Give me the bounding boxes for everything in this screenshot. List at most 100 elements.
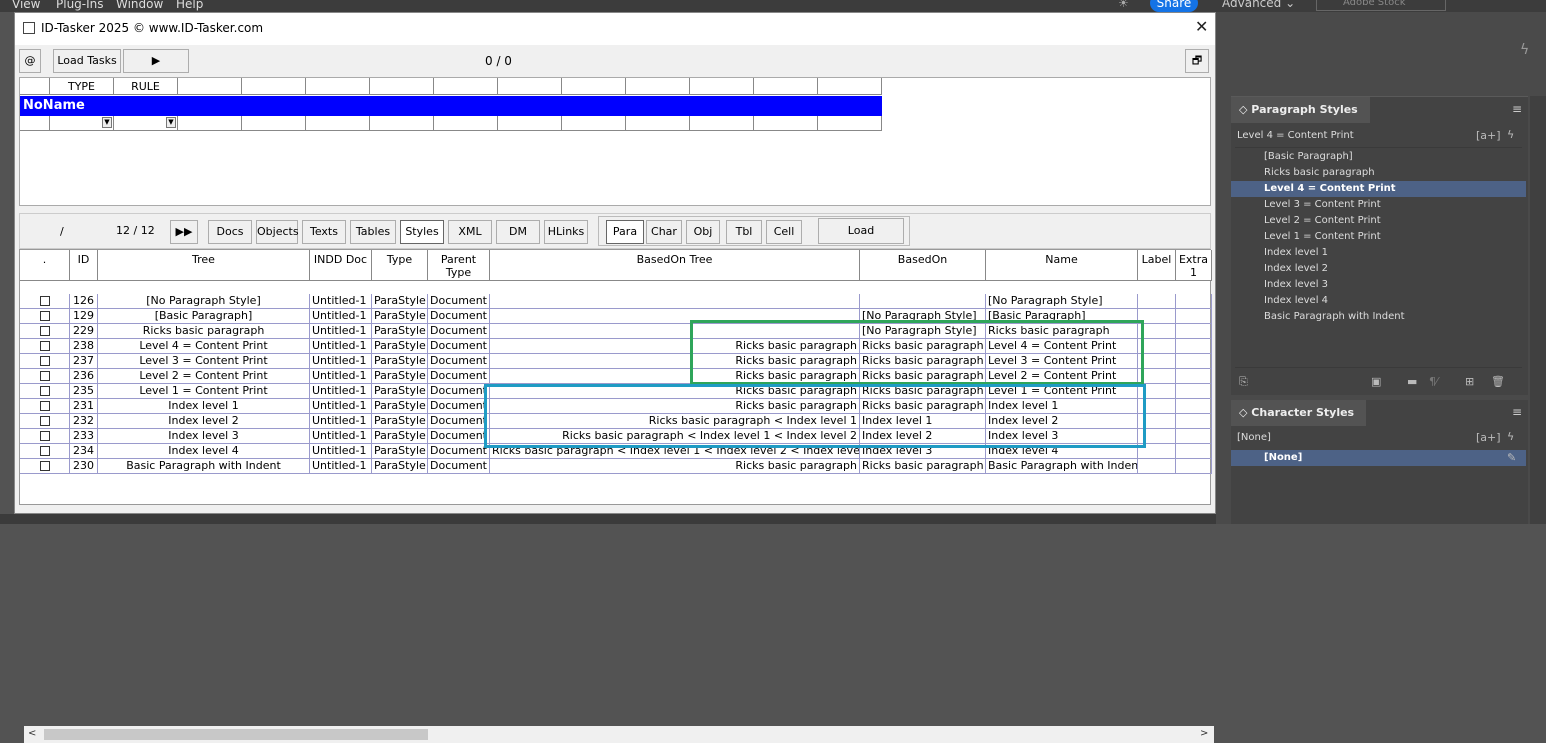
tab-styles[interactable]: Styles <box>400 220 444 244</box>
paragraph-style-item[interactable]: Index level 2 <box>1231 261 1526 277</box>
rules-grid-input-cell[interactable] <box>434 116 498 131</box>
row-checkbox[interactable] <box>40 461 50 471</box>
panel-menu-icon[interactable]: ≡ <box>1512 405 1522 419</box>
row-checkbox[interactable] <box>40 446 50 456</box>
scroll-thumb[interactable] <box>44 729 428 740</box>
subtab-tbl[interactable]: Tbl <box>726 220 762 244</box>
fast-forward-button[interactable]: ▶▶ <box>170 220 198 244</box>
paragraph-style-item[interactable]: Basic Paragraph with Indent <box>1231 309 1526 325</box>
subtab-cell[interactable]: Cell <box>766 220 802 244</box>
chevron-down-icon[interactable]: ▼ <box>166 117 176 128</box>
row-checkbox[interactable] <box>40 326 50 336</box>
subtab-para[interactable]: Para <box>606 220 644 244</box>
scroll-left-icon[interactable]: < <box>28 728 36 739</box>
column-header[interactable]: Parent Type <box>428 250 490 281</box>
row-checkbox[interactable] <box>40 311 50 321</box>
tab-hlinks[interactable]: HLinks <box>544 220 588 244</box>
tab-xml[interactable]: XML <box>448 220 492 244</box>
menu-plugins[interactable]: Plug-Ins <box>56 0 104 11</box>
new-style-icon[interactable]: [a+] <box>1476 431 1501 444</box>
rules-grid-input-cell[interactable] <box>818 116 882 131</box>
pilcrow-icon[interactable]: ¶⁄ <box>1429 375 1438 388</box>
rules-grid-input-cell[interactable] <box>306 116 370 131</box>
paragraph-style-item[interactable]: Index level 3 <box>1231 277 1526 293</box>
edit-icon[interactable]: ✎ <box>1507 451 1516 464</box>
paragraph-style-item[interactable]: Level 2 = Content Print <box>1231 213 1526 229</box>
tab-dm[interactable]: DM <box>496 220 540 244</box>
rules-grid-input-cell[interactable] <box>690 116 754 131</box>
tab-texts[interactable]: Texts <box>302 220 346 244</box>
row-checkbox[interactable] <box>40 416 50 426</box>
column-header[interactable]: Tree <box>98 250 310 281</box>
clear-overrides-icon[interactable]: ϟ <box>1507 430 1514 443</box>
rules-grid-input-cell[interactable] <box>498 116 562 131</box>
rules-grid-input-cell[interactable] <box>178 116 242 131</box>
subtab-char[interactable]: Char <box>646 220 682 244</box>
column-header[interactable]: BasedOn Tree <box>490 250 860 281</box>
paragraph-style-item[interactable]: Ricks basic paragraph <box>1231 165 1526 181</box>
character-styles-tab[interactable]: ◇ Character Styles <box>1231 400 1367 426</box>
workspace-switcher[interactable]: Advanced ⌄ <box>1222 0 1295 10</box>
paragraph-style-item[interactable]: Index level 4 <box>1231 293 1526 309</box>
rules-grid-input-cell[interactable]: ▼ <box>50 116 114 131</box>
horizontal-scrollbar[interactable]: < > <box>24 726 1214 743</box>
paragraph-style-item[interactable]: Level 3 = Content Print <box>1231 197 1526 213</box>
menu-window[interactable]: Window <box>116 0 163 11</box>
chevron-down-icon[interactable]: ▼ <box>102 117 112 128</box>
new-style-icon[interactable]: [a+] <box>1476 129 1501 142</box>
rules-grid-input-cell[interactable] <box>562 116 626 131</box>
row-checkbox[interactable] <box>40 401 50 411</box>
rules-grid-input-cell[interactable]: ▼ <box>114 116 178 131</box>
column-header[interactable]: BasedOn <box>860 250 986 281</box>
column-header[interactable]: ID <box>70 250 98 281</box>
noname-row[interactable]: NoName <box>20 96 882 116</box>
clear-overrides-icon[interactable]: ϟ <box>1507 128 1514 141</box>
row-checkbox[interactable] <box>40 296 50 306</box>
trash-icon[interactable]: 🗑 <box>1491 375 1505 388</box>
play-button[interactable]: ▶ <box>123 49 189 73</box>
column-header[interactable]: Name <box>986 250 1138 281</box>
paragraph-style-item[interactable]: Level 4 = Content Print <box>1231 181 1526 197</box>
rules-grid-input-cell[interactable] <box>626 116 690 131</box>
restore-icon[interactable]: 🗗 <box>1185 49 1209 73</box>
tab-objects[interactable]: Objects <box>256 220 299 244</box>
row-checkbox[interactable] <box>40 371 50 381</box>
row-checkbox[interactable] <box>40 386 50 396</box>
paragraph-style-item[interactable]: Level 1 = Content Print <box>1231 229 1526 245</box>
tab-tables[interactable]: Tables <box>350 220 396 244</box>
subtab-obj[interactable]: Obj <box>686 220 720 244</box>
menu-help[interactable]: Help <box>176 0 203 11</box>
row-checkbox[interactable] <box>40 431 50 441</box>
column-header[interactable]: INDD Doc <box>310 250 372 281</box>
rules-grid-input-cell[interactable] <box>370 116 434 131</box>
row-checkbox[interactable] <box>40 341 50 351</box>
panel-menu-icon[interactable]: ≡ <box>1512 102 1522 116</box>
scroll-right-icon[interactable]: > <box>1200 728 1208 739</box>
rules-grid-input-cell[interactable] <box>242 116 306 131</box>
row-checkbox[interactable] <box>40 356 50 366</box>
menu-view[interactable]: View <box>12 0 40 11</box>
column-header[interactable]: Label <box>1138 250 1176 281</box>
character-style-item[interactable]: [None] <box>1231 450 1526 466</box>
column-header[interactable]: . <box>20 250 70 281</box>
new-icon[interactable]: ⊞ <box>1465 375 1474 388</box>
rules-grid-input-cell[interactable] <box>20 116 50 131</box>
folder-icon[interactable]: ▬ <box>1407 375 1417 388</box>
stock-search-input[interactable]: Adobe Stock <box>1316 0 1446 11</box>
share-button[interactable]: Share <box>1150 0 1198 12</box>
paragraph-style-item[interactable]: Index level 1 <box>1231 245 1526 261</box>
close-icon[interactable]: ✕ <box>1195 17 1208 36</box>
tab-docs[interactable]: Docs <box>208 220 252 244</box>
lightbulb-icon[interactable]: ☀ <box>1118 0 1129 10</box>
column-header[interactable]: Type <box>372 250 428 281</box>
rules-grid-header-cell <box>178 78 242 95</box>
load-button[interactable]: Load <box>818 218 904 244</box>
style-group-icon[interactable]: ▣ <box>1371 375 1381 388</box>
column-header[interactable]: Extra 1 <box>1176 250 1212 281</box>
load-tasks-button[interactable]: Load Tasks <box>53 49 121 73</box>
rules-grid-input-cell[interactable] <box>754 116 818 131</box>
at-button[interactable]: @ <box>19 49 41 73</box>
paragraph-style-item[interactable]: [Basic Paragraph] <box>1231 149 1526 165</box>
paragraph-styles-tab[interactable]: ◇ Paragraph Styles <box>1231 97 1370 123</box>
load-styles-icon[interactable]: ⎘ <box>1239 375 1248 389</box>
